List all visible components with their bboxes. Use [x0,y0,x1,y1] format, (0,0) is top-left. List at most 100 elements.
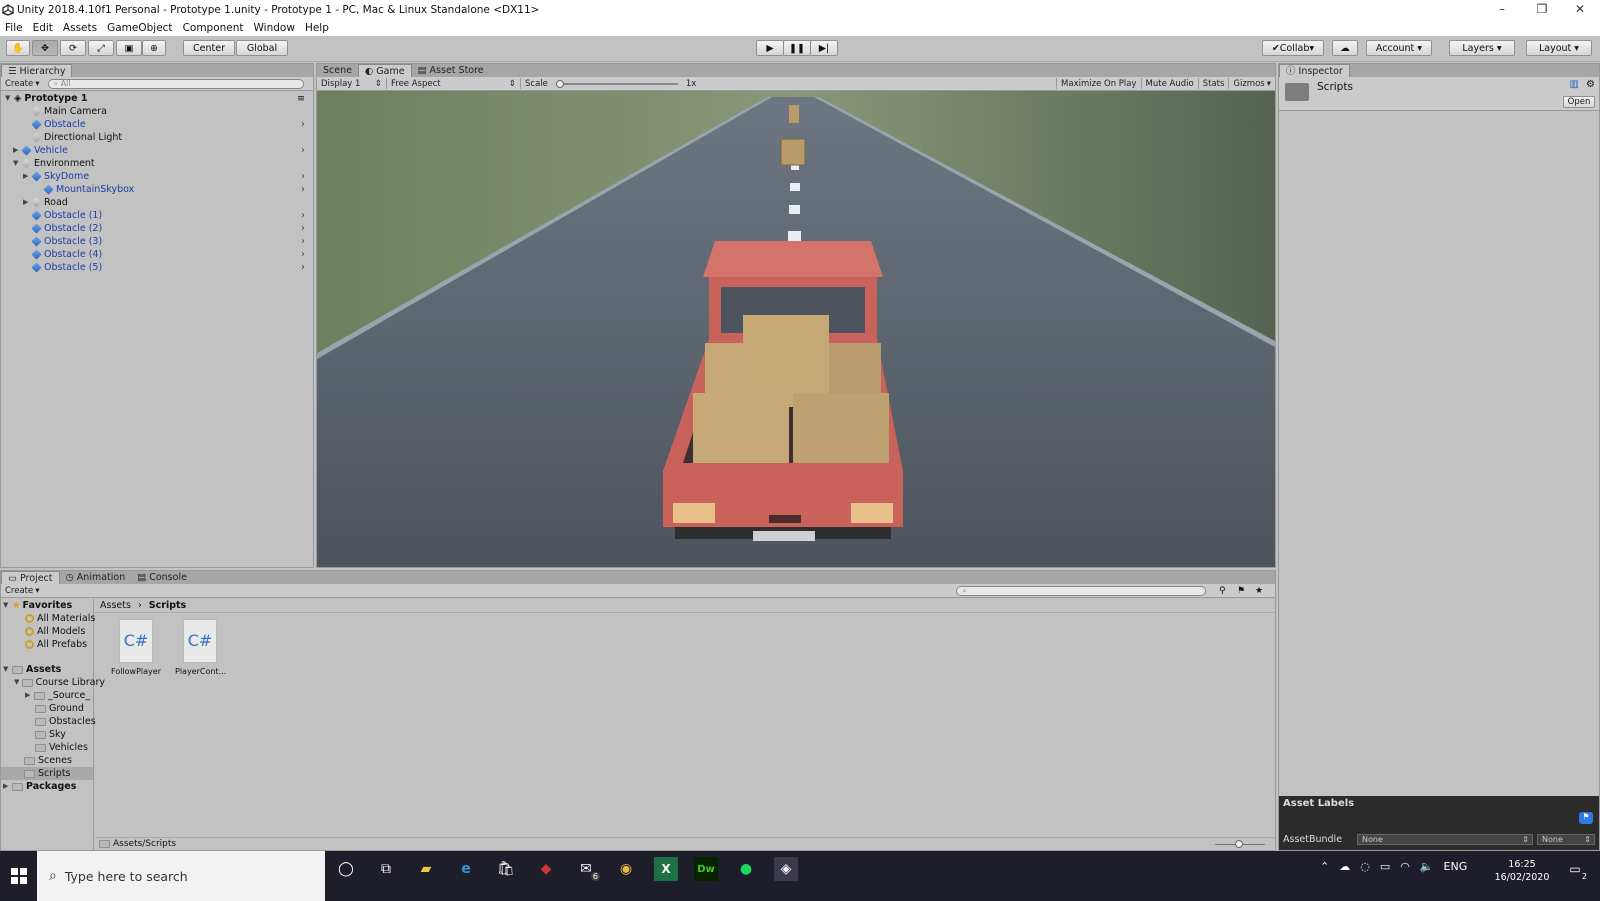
file-item[interactable]: C# PlayerCont... [175,619,226,683]
pivot-center-button[interactable]: Center [183,40,235,56]
hierarchy-item[interactable]: ▶ Road [23,196,311,209]
scale-tool-icon[interactable]: ⤢ [88,40,114,56]
tab-inspector[interactable]: ⓘ Inspector [1279,64,1350,77]
mute-audio-toggle[interactable]: Mute Audio [1140,78,1198,89]
chevron-right-icon[interactable]: › [301,235,305,248]
excel-icon[interactable]: X [654,857,678,881]
pause-icon[interactable]: ❚❚ [783,40,811,56]
rotate-tool-icon[interactable]: ⟳ [60,40,86,56]
favorite-item[interactable]: All Models [25,625,116,638]
favorites-row[interactable]: ▼ ★ Favorites [3,599,94,612]
menu-file[interactable]: File [0,22,28,34]
stats-toggle[interactable]: Stats [1197,78,1229,89]
spotify-icon[interactable]: ● [734,857,758,881]
battery-icon[interactable]: ▭ [1380,860,1390,873]
collab-button[interactable]: ✔ Collab ▾ [1262,40,1324,56]
chevron-right-icon[interactable]: › [301,118,305,131]
folder-row[interactable]: Scenes [24,754,115,767]
rect-tool-icon[interactable]: ▣ [116,40,142,56]
hierarchy-item[interactable]: ▼ Environment [13,157,311,170]
chevron-right-icon[interactable]: › [301,144,305,157]
folder-row[interactable]: Obstacles [35,715,126,728]
folder-row[interactable]: Sky [35,728,126,741]
windows-start-icon[interactable] [0,851,37,901]
language-indicator[interactable]: ENG [1444,860,1468,873]
hierarchy-item[interactable]: ▶ SkyDome › [23,170,311,183]
menu-assets[interactable]: Assets [58,22,102,34]
project-create-button[interactable]: Create ▾ [1,585,44,596]
chevron-up-icon[interactable]: ⌃ [1320,860,1329,873]
hierarchy-item[interactable]: Obstacle (2) › [23,222,311,235]
display-dropdown[interactable]: Display 1 ⇕ [317,78,387,89]
dreamweaver-icon[interactable]: Dw [694,857,718,881]
label-tag-icon[interactable]: ⚑ [1579,812,1593,824]
hierarchy-item[interactable]: Obstacle › [23,118,311,131]
menu-gameobject[interactable]: GameObject [102,22,177,34]
unity-taskbar-icon[interactable]: ◈ [774,857,798,881]
favorite-star-icon[interactable]: ★ [1255,586,1263,596]
hand-tool-icon[interactable]: ✋ [6,40,30,56]
menu-edit[interactable]: Edit [28,22,58,34]
assets-row[interactable]: ▼ Assets [3,663,94,676]
tab-animation[interactable]: ◷ Animation [60,571,132,584]
mail-icon[interactable]: ✉ 6 [574,857,600,881]
step-icon[interactable]: ▶| [810,40,838,56]
scene-root-row[interactable]: ▼ ◈ Prototype 1 ≡ [5,92,305,105]
onedrive-icon[interactable]: ☁ [1339,860,1350,873]
settings-gear-icon[interactable]: ⚙ [1586,79,1595,90]
wifi-icon[interactable]: ◠ [1400,860,1410,873]
packages-row[interactable]: ▶ Packages [3,780,94,793]
tab-scene[interactable]: Scene [317,64,358,77]
breadcrumb-current[interactable]: Scripts [149,600,186,611]
tab-console[interactable]: ▤ Console [131,571,193,584]
chevron-right-icon[interactable]: › [301,261,305,274]
zoom-slider-thumb[interactable] [1235,840,1243,848]
account-dropdown[interactable]: Account ▾ [1366,40,1432,56]
menu-help[interactable]: Help [300,22,334,34]
game-app-icon[interactable]: ◆ [534,857,558,881]
task-view-icon[interactable]: ⧉ [374,857,398,881]
tab-asset-store[interactable]: ▤ Asset Store [412,64,490,77]
hierarchy-item[interactable]: Obstacle (3) › [23,235,311,248]
move-tool-icon[interactable]: ✥ [32,40,58,56]
close-button[interactable]: ✕ [1557,0,1600,19]
pivot-global-button[interactable]: Global [236,40,288,56]
hierarchy-item[interactable]: Obstacle (4) › [23,248,311,261]
app-tray-icon[interactable]: ◌ [1360,860,1370,873]
chevron-right-icon[interactable]: › [301,170,305,183]
favorite-item[interactable]: All Prefabs [25,638,116,651]
folder-row[interactable]: ▼ Course Library [14,676,105,689]
game-viewport[interactable] [317,91,1275,567]
folder-row[interactable]: Ground [35,702,126,715]
open-button[interactable]: Open [1563,96,1595,108]
layout-dropdown[interactable]: Layout ▾ [1526,40,1592,56]
tab-hierarchy[interactable]: ☰ Hierarchy [1,64,73,77]
breadcrumb-root[interactable]: Assets [100,600,131,611]
file-item[interactable]: C# FollowPlayer [111,619,161,683]
chevron-right-icon[interactable]: › [301,209,305,222]
edge-browser-icon[interactable]: e [454,857,478,881]
assetbundle-dropdown[interactable]: None ⇕ [1357,834,1533,845]
project-search-input[interactable]: ⌕ [956,585,1206,596]
chevron-right-icon[interactable]: › [301,248,305,261]
folder-row[interactable]: ▶ _Source_ [25,689,116,702]
folder-row-selected[interactable]: Scripts [1,767,93,780]
play-icon[interactable]: ▶ [756,40,784,56]
clock[interactable]: 16:25 16/02/2020 [1487,858,1557,884]
hierarchy-item[interactable]: Obstacle (1) › [23,209,311,222]
chrome-icon[interactable]: ◉ [614,857,638,881]
folder-row[interactable]: Vehicles [35,741,126,754]
hierarchy-item[interactable]: ▶ Vehicle › [13,144,311,157]
taskbar-search-input[interactable]: ⌕ Type here to search [37,851,325,901]
cloud-icon[interactable]: ☁ [1332,40,1358,56]
cortana-icon[interactable]: ◯ [334,857,358,881]
gizmos-dropdown[interactable]: Gizmos ▾ [1228,78,1275,89]
hierarchy-item[interactable]: Obstacle (5) › [23,261,311,274]
hierarchy-search-input[interactable]: ⌕ All [47,78,304,89]
hierarchy-item[interactable]: Directional Light [23,131,311,144]
menu-window[interactable]: Window [249,22,300,34]
volume-icon[interactable]: 🔈 [1420,860,1434,873]
variant-dropdown[interactable]: None ⇕ [1537,834,1595,845]
scale-slider-thumb[interactable] [555,79,564,88]
chevron-right-icon[interactable]: › [301,183,305,196]
